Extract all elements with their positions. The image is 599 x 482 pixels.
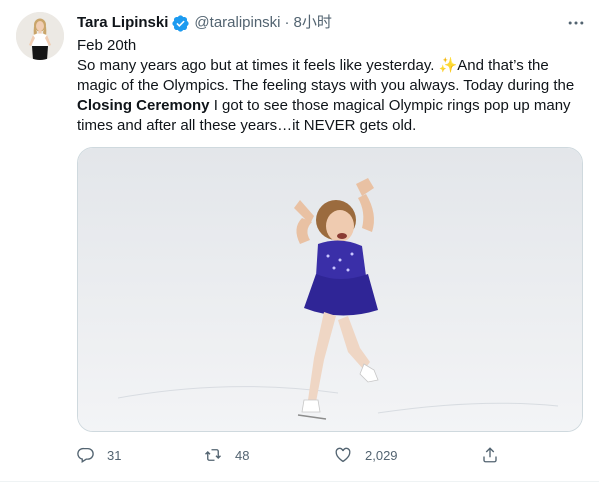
retweet-count: 48 bbox=[235, 447, 250, 463]
tweet-actions: 31 48 2,029 bbox=[77, 443, 587, 467]
like-button[interactable]: 2,029 bbox=[333, 446, 398, 464]
figure-skater-photo bbox=[78, 148, 582, 431]
sparkles-emoji-icon: ✨ bbox=[438, 57, 458, 74]
author-display-name[interactable]: Tara Lipinski bbox=[77, 13, 168, 33]
tweet-text: Feb 20th So many years ago but at times … bbox=[77, 36, 587, 136]
text-segment-1: So many years ago but at times it feels … bbox=[77, 57, 439, 74]
text-bold-segment: Closing Ceremony bbox=[77, 97, 210, 114]
retweet-icon bbox=[205, 449, 221, 461]
tweet-timestamp[interactable]: 8小时 bbox=[294, 13, 332, 33]
share-icon bbox=[483, 447, 497, 463]
reply-count: 31 bbox=[107, 447, 122, 463]
reply-button[interactable]: 31 bbox=[77, 446, 121, 464]
verified-badge-icon bbox=[171, 14, 190, 33]
avatar-image bbox=[16, 12, 64, 60]
author-handle[interactable]: @taralipinski bbox=[194, 13, 280, 33]
header-separator: · bbox=[284, 14, 290, 31]
tweet-header: Tara Lipinski @taralipinski · 8小时 bbox=[77, 12, 587, 34]
reply-icon bbox=[77, 447, 94, 464]
like-count: 2,029 bbox=[365, 447, 398, 463]
heart-icon bbox=[335, 447, 351, 463]
retweet-button[interactable]: 48 bbox=[203, 446, 249, 464]
tweet-media-photo[interactable] bbox=[77, 147, 583, 432]
more-options-icon[interactable] bbox=[565, 12, 587, 34]
tweet[interactable]: Tara Lipinski @taralipinski · 8小时 Feb 20… bbox=[0, 0, 599, 482]
tweet-date-line: Feb 20th bbox=[77, 37, 137, 54]
tweet-paragraph: So many years ago but at times it feels … bbox=[77, 56, 587, 136]
share-button[interactable] bbox=[481, 446, 499, 464]
avatar[interactable] bbox=[16, 12, 64, 60]
